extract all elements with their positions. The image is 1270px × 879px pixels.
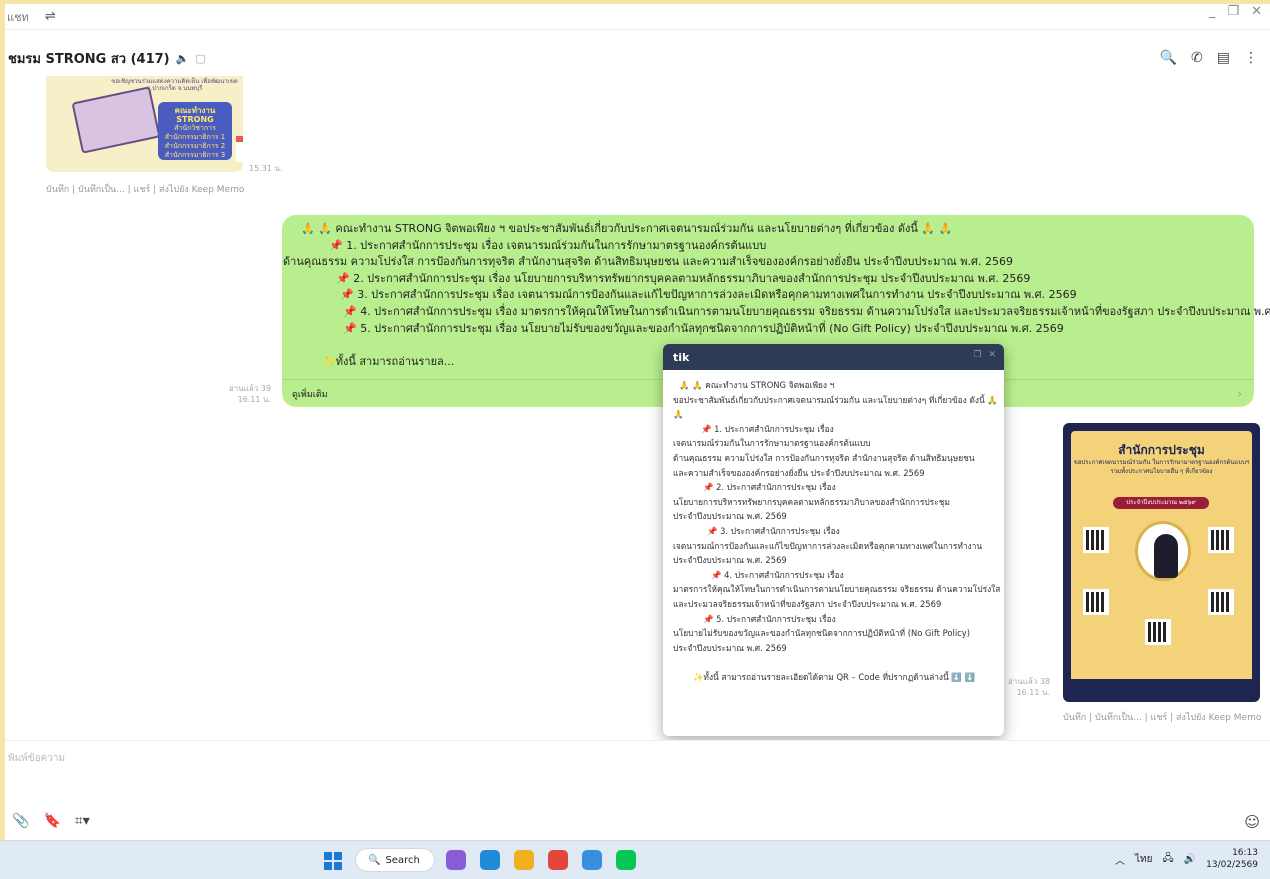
speaker-portrait (1135, 521, 1191, 581)
qr-code (1208, 527, 1234, 553)
copilot-icon[interactable] (446, 850, 466, 870)
filter-icon[interactable]: ⇌ (45, 9, 56, 24)
taskbar: 🔍 Search ︿ ไทย 🖧 🔊 16:13 13/02/2569 (0, 840, 1270, 879)
message-area[interactable]: ขอเชิญชวนร่วมแสดงความคิดเห็น เพื่อพัฒนาเ… (5, 76, 1270, 738)
chevron-up-icon[interactable]: ︿ (1115, 852, 1125, 867)
search-icon: 🔍 (368, 854, 381, 866)
qr-code (1208, 589, 1234, 615)
message-input-placeholder[interactable]: พิมพ์ข้อความ (8, 751, 65, 766)
laptop-illustration (71, 86, 161, 154)
qr-code (1083, 527, 1109, 553)
chevron-right-icon: › (1237, 386, 1242, 401)
poster-subtitle: ขอประกาศเจตนารมณ์ร่วมกัน ในการรักษามาตรฐ… (1073, 459, 1250, 475)
poster-band: ประจำปีงบประมาณ ๒๕๖๙ (1113, 497, 1209, 509)
crop-icon[interactable]: ⌗▾ (75, 813, 90, 829)
notes-icon[interactable]: ▤ (1217, 50, 1230, 66)
top-bar-label: แชท (7, 10, 29, 24)
top-bar: แชท ⇌ (5, 4, 1270, 30)
phone-icon[interactable]: ✆ (1191, 50, 1203, 66)
image-board: คณะทำงาน STRONG สำนักวิชาการ สำนักกรรมาธ… (158, 102, 232, 160)
message-actions[interactable]: บันทึก | บันทึกเป็น... | แชร์ | ส่งไปยัง… (46, 182, 244, 196)
network-icon[interactable]: 🖧 (1163, 851, 1174, 868)
close-button[interactable]: ✕ (1251, 4, 1262, 19)
system-tray: ︿ ไทย 🖧 🔊 16:13 13/02/2569 (1115, 847, 1258, 871)
popup-restore-icon[interactable]: ❐ (973, 350, 981, 360)
app-icon[interactable] (582, 850, 602, 870)
read-receipt: อ่านแล้ว 38 16.11 น. (1008, 677, 1051, 697)
image-top-text: ขอเชิญชวนร่วมแสดงความคิดเห็น เพื่อพัฒนาเ… (111, 78, 238, 92)
message-time: 15.31 น. (249, 164, 283, 173)
message-image-poster[interactable]: สำนักการประชุม ขอประกาศเจตนารมณ์ร่วมกัน … (1063, 423, 1260, 702)
restore-button[interactable]: ❐ (1227, 4, 1239, 19)
read-receipt: อ่านแล้ว 39 16.11 น. (229, 384, 272, 404)
message-preview-popup[interactable]: tik ❐ ✕ 🙏 🙏 คณะทำงาน STRONG จิตพอเพียง ฯ… (663, 344, 1004, 736)
chat-title[interactable]: ชมรม STRONG สว (417) (8, 48, 170, 69)
qr-code (1083, 589, 1109, 615)
mute-icon[interactable]: 🔈 (176, 52, 190, 65)
album-icon[interactable]: ▢ (195, 52, 205, 65)
message-image-strong[interactable]: ขอเชิญชวนร่วมแสดงความคิดเห็น เพื่อพัฒนาเ… (46, 76, 243, 172)
popup-close-icon[interactable]: ✕ (988, 350, 996, 360)
message-actions[interactable]: บันทึก | บันทึกเป็น... | แชร์ | ส่งไปยัง… (1063, 710, 1261, 724)
line-app-icon[interactable] (616, 850, 636, 870)
volume-icon[interactable]: 🔊 (1184, 854, 1196, 865)
taskbar-apps (446, 850, 636, 870)
window-controls: _ ❐ ✕ (1209, 4, 1262, 19)
windows-start-icon[interactable] (324, 852, 342, 870)
language-indicator[interactable]: ไทย (1135, 852, 1152, 867)
chat-header: ชมรม STRONG สว (417) 🔈 ▢ 🔍 ✆ ▤ ⋮ (5, 42, 1270, 74)
file-explorer-icon[interactable] (514, 850, 534, 870)
chrome-icon[interactable] (548, 850, 568, 870)
edge-icon[interactable] (480, 850, 500, 870)
popup-header: tik ❐ ✕ (663, 344, 1004, 370)
taskbar-search[interactable]: 🔍 Search (355, 848, 435, 872)
emoji-icon[interactable]: ☺ (1244, 813, 1260, 831)
popup-title: tik (673, 350, 690, 364)
clock[interactable]: 16:13 13/02/2569 (1206, 847, 1258, 871)
attach-icon[interactable]: 📎 (12, 813, 29, 829)
calendar-illustration (236, 136, 243, 162)
minimize-button[interactable]: _ (1209, 4, 1216, 19)
bookmark-icon[interactable]: 🔖 (43, 813, 60, 829)
menu-icon[interactable]: ⋮ (1244, 50, 1258, 66)
qr-code (1145, 619, 1171, 645)
message-input-area[interactable]: พิมพ์ข้อความ 📎 🔖 ⌗▾ ☺ (5, 740, 1270, 840)
popup-body: 🙏 🙏 คณะทำงาน STRONG จิตพอเพียง ฯ ขอประชา… (673, 380, 1001, 682)
search-icon[interactable]: 🔍 (1160, 50, 1177, 66)
